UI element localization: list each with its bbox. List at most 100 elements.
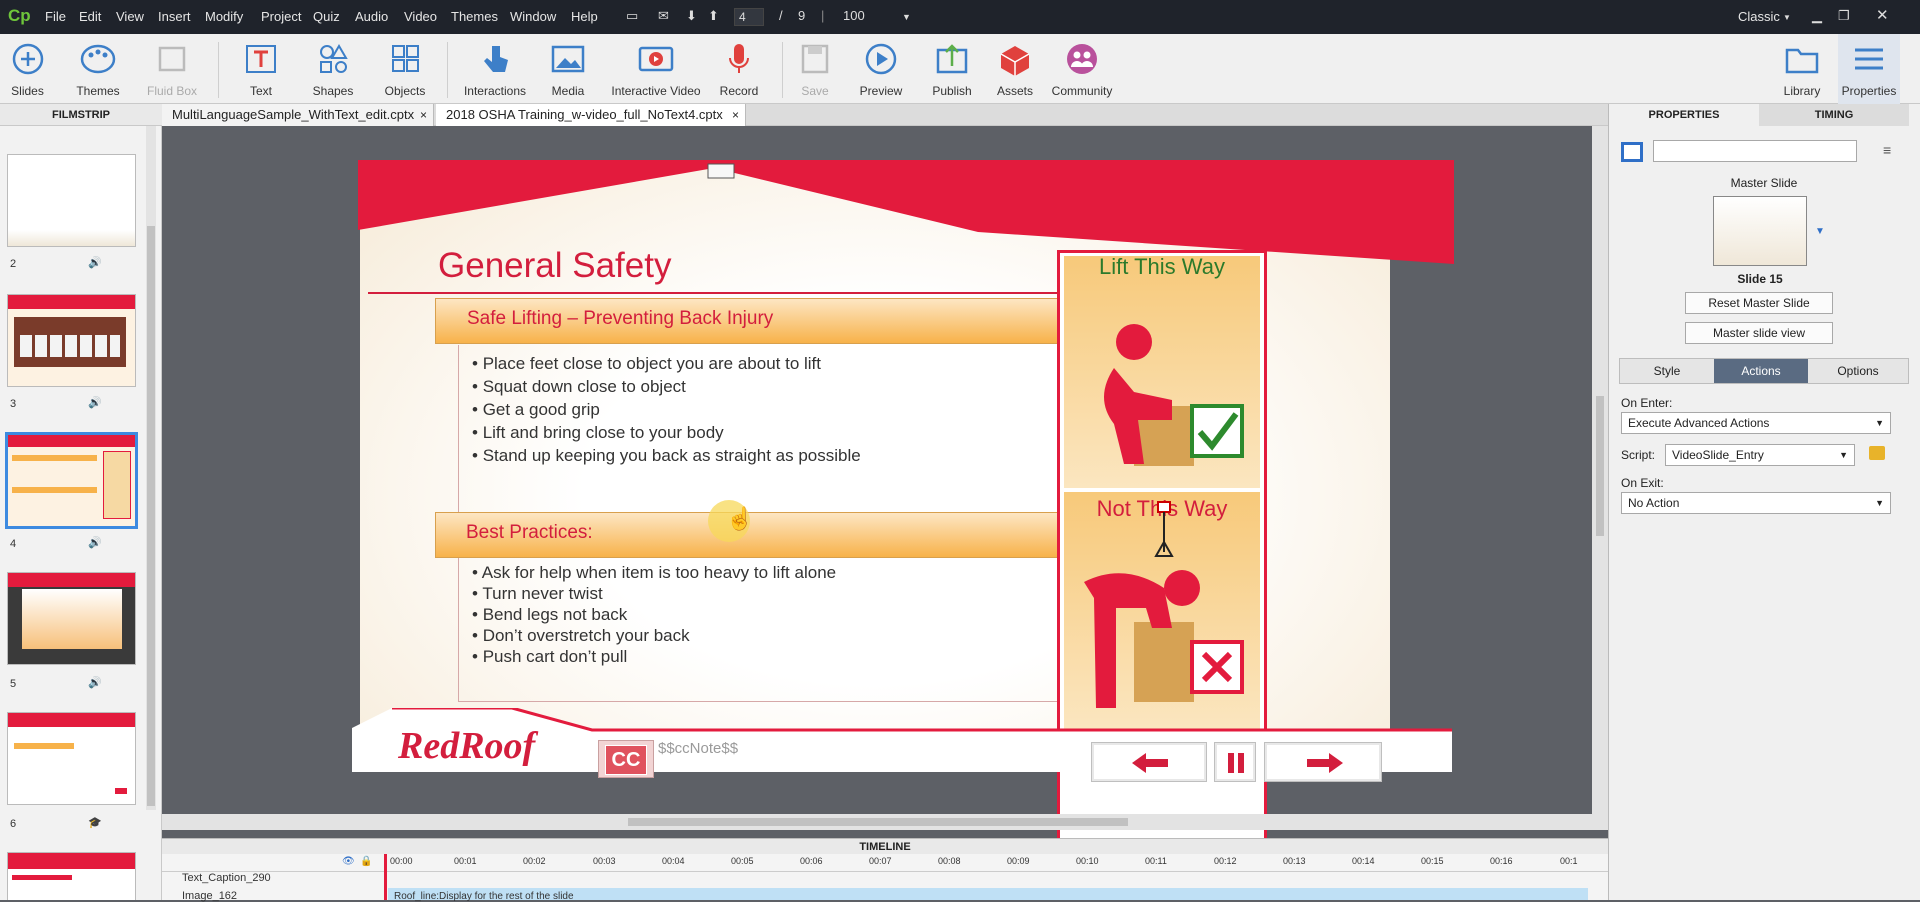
interactive-video-icon: [638, 46, 674, 72]
subtab-bar: Style Actions Options: [1619, 358, 1909, 384]
script-dropdown[interactable]: VideoSlide_Entry ▼: [1665, 444, 1855, 466]
interactions-button[interactable]: Interactions: [460, 34, 530, 104]
library-button[interactable]: Library: [1780, 34, 1824, 104]
filmstrip-scrollbar[interactable]: [146, 126, 156, 810]
slide-name-input[interactable]: [1653, 140, 1857, 162]
workspace-chevron-down-icon[interactable]: ▼: [1783, 13, 1791, 22]
subtab-style[interactable]: Style: [1620, 359, 1714, 383]
comment-icon[interactable]: ▭: [626, 8, 638, 24]
community-button[interactable]: Community: [1050, 34, 1114, 104]
fluid-box-button[interactable]: Fluid Box: [142, 34, 202, 104]
workspace-selector[interactable]: Classic: [1738, 9, 1780, 24]
menu-quiz[interactable]: Quiz: [313, 9, 340, 24]
scrollbar-thumb[interactable]: [147, 226, 155, 806]
community-people-icon: [1067, 44, 1097, 74]
bullets-best-practices: • Ask for help when item is too heavy to…: [472, 562, 836, 667]
minimize-icon[interactable]: ▁: [1812, 8, 1822, 24]
lock-icon[interactable]: 🔒: [360, 856, 372, 867]
media-button[interactable]: Media: [545, 34, 591, 104]
slide-thumbnail[interactable]: [7, 294, 136, 387]
timeline-bar[interactable]: Roof_line:Display for the rest of the sl…: [388, 888, 1588, 902]
zoom-chevron-down-icon[interactable]: ▼: [902, 12, 911, 22]
slide-thumbnail[interactable]: [7, 154, 136, 247]
menu-audio[interactable]: Audio: [355, 9, 388, 24]
menu-file[interactable]: File: [45, 9, 66, 24]
close-icon[interactable]: ✕: [1876, 6, 1889, 24]
master-slide-thumbnail[interactable]: [1713, 196, 1807, 266]
save-button[interactable]: Save: [795, 34, 835, 104]
scrollbar-thumb[interactable]: [628, 818, 1128, 826]
assets-button[interactable]: Assets: [992, 34, 1038, 104]
master-slide-view-button[interactable]: Master slide view: [1685, 322, 1833, 344]
menu-themes[interactable]: Themes: [451, 9, 498, 24]
slide-thumbnail[interactable]: [7, 572, 136, 665]
menu-help[interactable]: Help: [571, 9, 598, 24]
menu-edit[interactable]: Edit: [79, 9, 101, 24]
tab-timing[interactable]: TIMING: [1759, 104, 1909, 126]
on-exit-dropdown[interactable]: No Action ▼: [1621, 492, 1891, 514]
tab-properties[interactable]: PROPERTIES: [1609, 104, 1759, 126]
page-current-input[interactable]: 4: [734, 8, 764, 26]
slide-thumbnail[interactable]: [7, 852, 136, 900]
time-tick: 00:16: [1490, 856, 1513, 866]
objects-button[interactable]: Objects: [378, 34, 432, 104]
timeline-ruler: 00:00 00:01 00:02 00:03 00:04 00:05 00:0…: [162, 854, 1608, 872]
timeline-row-label[interactable]: Text_Caption_290: [182, 872, 271, 884]
shapes-label: Shapes: [312, 84, 354, 98]
shapes-button[interactable]: Shapes: [307, 34, 359, 104]
reset-master-slide-button[interactable]: Reset Master Slide: [1685, 292, 1833, 314]
tab-close-icon[interactable]: ×: [420, 104, 427, 126]
bullets-lifting: • Place feet close to object you are abo…: [472, 352, 861, 467]
back-button[interactable]: [1091, 742, 1207, 782]
slide-thumbnail[interactable]: [7, 712, 136, 805]
subtab-actions[interactable]: Actions: [1714, 359, 1808, 383]
menu-insert[interactable]: Insert: [158, 9, 191, 24]
next-slide-arrow-icon[interactable]: ⬇: [686, 8, 697, 24]
tab-close-icon[interactable]: ×: [732, 104, 739, 126]
stage-horizontal-scrollbar[interactable]: [162, 814, 1608, 830]
timeline-row-label[interactable]: Image_162: [182, 890, 237, 902]
slide-thumbnail-selected[interactable]: [5, 432, 138, 529]
folder-icon[interactable]: [1869, 446, 1885, 460]
properties-button[interactable]: Properties: [1838, 34, 1900, 104]
stage-vertical-scrollbar[interactable]: [1592, 126, 1608, 814]
themes-button[interactable]: Themes: [70, 34, 126, 104]
list-menu-icon[interactable]: ≡: [1883, 142, 1891, 158]
on-enter-dropdown[interactable]: Execute Advanced Actions ▼: [1621, 412, 1891, 434]
tab-osha-training[interactable]: 2018 OSHA Training_w-video_full_NoText4.…: [436, 104, 746, 126]
bullet-item: • Get a good grip: [472, 400, 600, 419]
interactive-video-button[interactable]: Interactive Video: [610, 34, 702, 104]
text-t-icon: [246, 45, 276, 73]
publish-button[interactable]: Publish: [926, 34, 978, 104]
maximize-icon[interactable]: ❐: [1838, 8, 1850, 24]
zoom-level[interactable]: 100: [843, 8, 865, 23]
menu-modify[interactable]: Modify: [205, 9, 243, 24]
bullet-item: • Bend legs not back: [472, 605, 628, 624]
menu-video[interactable]: Video: [404, 9, 437, 24]
preview-button[interactable]: Preview: [856, 34, 906, 104]
pause-button[interactable]: [1214, 742, 1256, 782]
record-button[interactable]: Record: [715, 34, 763, 104]
menu-view[interactable]: View: [116, 9, 144, 24]
slides-button[interactable]: Slides: [0, 34, 55, 104]
anchor-handle-icon[interactable]: [1152, 500, 1176, 562]
menu-project[interactable]: Project: [261, 9, 301, 24]
tab-multilanguage[interactable]: MultiLanguageSample_WithText_edit.cptx ×: [162, 104, 434, 126]
cc-button[interactable]: CC: [598, 740, 654, 778]
master-chevron-down-icon[interactable]: ▼: [1815, 226, 1825, 237]
toolbar-separator: [782, 42, 783, 98]
bullet-item: • Push cart don’t pull: [472, 647, 628, 666]
text-button[interactable]: Text: [236, 34, 286, 104]
next-button[interactable]: [1264, 742, 1382, 782]
menu-window[interactable]: Window: [510, 9, 556, 24]
save-label: Save: [801, 84, 829, 98]
speaker-icon: 🔊: [88, 397, 102, 409]
subtab-options[interactable]: Options: [1808, 359, 1908, 383]
eye-icon[interactable]: 👁: [342, 856, 355, 867]
mail-icon[interactable]: ✉: [658, 8, 669, 24]
scrollbar-thumb[interactable]: [1596, 396, 1604, 536]
bullet-item: • Place feet close to object you are abo…: [472, 354, 822, 373]
playhead[interactable]: [384, 854, 387, 900]
slide-style-icon[interactable]: [1621, 142, 1643, 162]
prev-slide-arrow-icon[interactable]: ⬆: [708, 8, 719, 24]
